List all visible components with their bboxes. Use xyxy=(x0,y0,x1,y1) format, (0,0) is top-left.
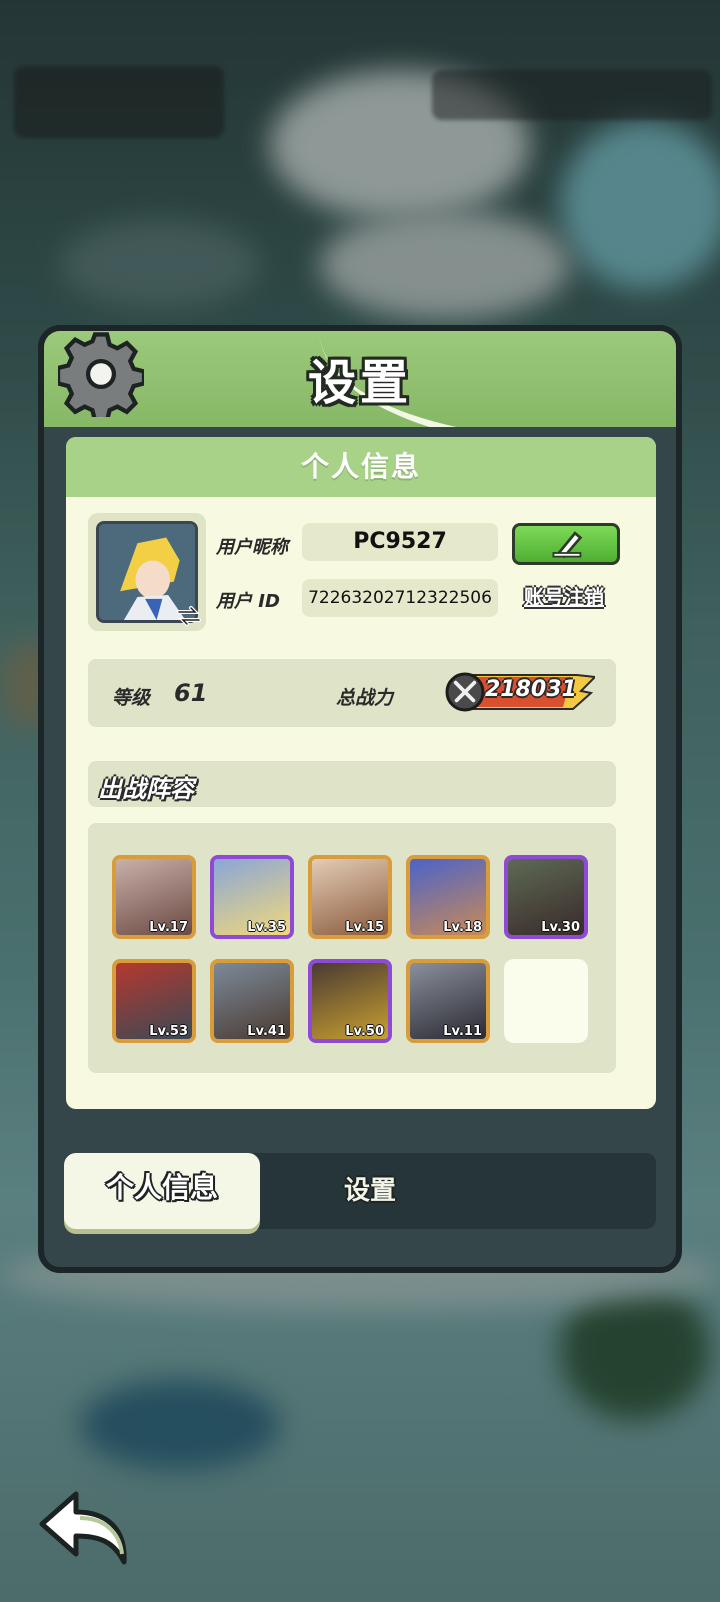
hero-slot-6[interactable]: Lv.53 xyxy=(112,959,196,1043)
settings-panel: 设置 个人信息 用户昵称 PC9527 用户 ID 72263202712322… xyxy=(38,325,682,1273)
hero-level: Lv.41 xyxy=(247,1024,286,1039)
hero-level: Lv.30 xyxy=(541,920,580,935)
hero-slot-1[interactable]: Lv.17 xyxy=(112,855,196,939)
gear-icon xyxy=(58,332,144,417)
hero-slot-5[interactable]: Lv.30 xyxy=(504,855,588,939)
pencil-icon xyxy=(552,531,583,559)
profile-card: 个人信息 用户昵称 PC9527 用户 ID 72263202712322506… xyxy=(66,437,656,1109)
stats-row: 等级 61 总战力 218031 xyxy=(88,659,616,727)
power-badge: 218031 xyxy=(445,671,595,713)
lineup-grid: Lv.17 Lv.35 Lv.15 Lv.18 Lv.30 Lv.53 Lv.4… xyxy=(88,823,616,1073)
level-value: 61 xyxy=(174,679,208,707)
hero-slot-4[interactable]: Lv.18 xyxy=(406,855,490,939)
edit-nickname-button[interactable] xyxy=(512,523,620,565)
hero-level: Lv.17 xyxy=(149,920,188,935)
nickname-field: PC9527 xyxy=(302,523,498,561)
user-id-field: 72263202712322506 xyxy=(302,579,498,617)
lineup-title: 出战阵容 xyxy=(98,775,194,803)
hero-slot-7[interactable]: Lv.41 xyxy=(210,959,294,1043)
swap-icon[interactable] xyxy=(176,605,202,627)
hero-slot-8[interactable]: Lv.50 xyxy=(308,959,392,1043)
hero-level: Lv.11 xyxy=(443,1024,482,1039)
tab-profile[interactable]: 个人信息 xyxy=(64,1153,260,1229)
hero-slot-3[interactable]: Lv.15 xyxy=(308,855,392,939)
hero-slot-empty[interactable] xyxy=(504,959,588,1043)
power-value: 218031 xyxy=(485,677,577,702)
hero-slot-9[interactable]: Lv.11 xyxy=(406,959,490,1043)
hero-level: Lv.53 xyxy=(149,1024,188,1039)
back-arrow-icon[interactable] xyxy=(36,1488,132,1568)
cancel-account-link[interactable]: 账号注销 xyxy=(514,581,614,610)
hero-level: Lv.50 xyxy=(345,1024,384,1039)
hero-level: Lv.35 xyxy=(247,920,286,935)
hero-level: Lv.15 xyxy=(345,920,384,935)
power-label: 总战力 xyxy=(336,687,394,709)
sword-icon xyxy=(453,680,477,703)
hero-slot-2[interactable]: Lv.35 xyxy=(210,855,294,939)
user-id-label: 用户 ID xyxy=(216,591,280,612)
profile-section-title: 个人信息 xyxy=(66,437,656,497)
lineup-header: 出战阵容 xyxy=(88,761,616,807)
avatar-frame[interactable] xyxy=(88,513,206,631)
tab-settings[interactable]: 设置 xyxy=(272,1153,468,1229)
level-label: 等级 xyxy=(112,687,151,709)
nickname-label: 用户昵称 xyxy=(216,537,288,558)
hero-level: Lv.18 xyxy=(443,920,482,935)
tab-bar: 个人信息 设置 xyxy=(64,1153,656,1229)
